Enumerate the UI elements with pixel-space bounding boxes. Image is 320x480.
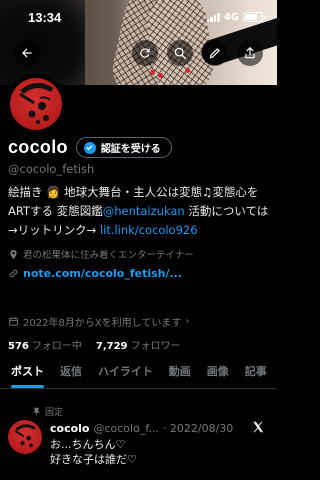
mention-link[interactable]: @hentaizukan xyxy=(103,204,185,218)
post-date[interactable]: · 2022/08/30 xyxy=(163,422,233,435)
verified-check-icon xyxy=(83,141,96,154)
back-button[interactable] xyxy=(14,40,40,66)
tab-videos[interactable]: 動画 xyxy=(169,363,191,379)
calendar-icon xyxy=(9,317,18,326)
category-text: 君の松果体に住み着くエンターテイナー xyxy=(23,250,194,261)
bio-text: 活動については xyxy=(184,204,269,218)
search-button[interactable] xyxy=(167,40,193,66)
status-bar: 13:34 4G xyxy=(0,0,277,34)
profile-name-row: cocolo 認証を受ける xyxy=(8,137,172,158)
profile-name: cocolo xyxy=(8,137,68,157)
pencil-icon xyxy=(209,48,220,59)
ladybug-logo-icon xyxy=(14,424,36,448)
banner-toenail xyxy=(150,70,155,75)
followers-count: 7,729 xyxy=(95,341,128,352)
pinned-indicator: 固定 xyxy=(32,405,63,418)
tab-highlights[interactable]: ハイライト xyxy=(98,363,153,379)
following-label: フォロー中 xyxy=(31,341,82,352)
profile-avatar[interactable] xyxy=(6,74,66,134)
profile-bio: 絵描き 👩 地球大舞台・主人公は変態♫変態心を ARTする 変態図鑑@henta… xyxy=(8,183,273,240)
litlink-link[interactable]: lit.link/cocolo926 xyxy=(100,223,198,237)
pin-icon xyxy=(32,407,41,416)
edit-button[interactable] xyxy=(202,40,228,66)
tabs-divider xyxy=(0,388,277,389)
x-logo-icon xyxy=(251,420,265,437)
bio-text: →リットリンク→ xyxy=(8,223,100,237)
following-link[interactable]: 576 フォロー中 xyxy=(8,337,82,352)
post-text-line: お...ちんちん♡ xyxy=(50,438,126,451)
battery-icon xyxy=(243,12,265,22)
share-icon xyxy=(245,47,255,59)
post-header: cocolo @cocolo_f... · 2022/08/30 xyxy=(50,420,275,437)
link-icon xyxy=(9,269,18,278)
back-arrow-icon xyxy=(22,48,32,58)
bio-line: 絵描き 👩 地球大舞台・主人公は変態♫変態心を xyxy=(8,185,259,199)
refresh-icon xyxy=(140,48,150,58)
tab-media[interactable]: 画像 xyxy=(207,363,229,379)
website-row: note.com/cocolo_fetish/... xyxy=(8,267,182,280)
tab-replies[interactable]: 返信 xyxy=(60,363,82,379)
status-time: 13:34 xyxy=(28,9,62,25)
location-pin-icon xyxy=(10,249,17,259)
follow-stats: 576 フォロー中 7,729 フォロワー xyxy=(8,337,181,352)
bio-line: →リットリンク→ lit.link/cocolo926 xyxy=(8,221,273,240)
post-author-name[interactable]: cocolo xyxy=(50,422,89,435)
joined-text: 2022年8月からXを利用しています xyxy=(23,318,182,329)
share-button[interactable] xyxy=(237,40,263,66)
get-verified-button[interactable]: 認証を受ける xyxy=(75,137,172,158)
professional-category: 君の松果体に住み着くエンターテイナー xyxy=(8,247,194,261)
chevron-right-icon: › xyxy=(185,316,190,327)
network-type: 4G xyxy=(223,11,239,23)
bio-line: ARTする 変態図鑑@hentaizukan 活動については xyxy=(8,202,273,221)
profile-handle: @cocolo_fetish xyxy=(8,162,95,176)
bio-text: ARTする 変態図鑑 xyxy=(8,204,103,218)
search-icon xyxy=(174,47,186,59)
post-text-line: 好きな子は誰だ♡ xyxy=(50,453,137,466)
profile-tabs: ポスト 返信 ハイライト 動画 画像 記事 xyxy=(0,363,277,389)
ladybug-logo-icon xyxy=(19,83,54,124)
post-avatar[interactable] xyxy=(8,420,42,454)
following-count: 576 xyxy=(8,341,29,352)
website-link[interactable]: note.com/cocolo_fetish/... xyxy=(23,267,182,280)
status-indicators: 4G xyxy=(206,11,265,23)
followers-link[interactable]: 7,729 フォロワー xyxy=(96,337,181,352)
tab-articles[interactable]: 記事 xyxy=(245,363,267,379)
post-author-handle: @cocolo_f... xyxy=(93,422,159,435)
tab-posts[interactable]: ポスト xyxy=(11,363,44,388)
signal-icon xyxy=(206,12,220,22)
banner-toenail xyxy=(185,68,190,73)
followers-label: フォロワー xyxy=(130,341,181,352)
refresh-button[interactable] xyxy=(132,40,158,66)
banner-toenail xyxy=(158,73,163,78)
get-verified-label: 認証を受ける xyxy=(100,144,161,155)
post-body: お...ちんちん♡ 好きな子は誰だ♡ xyxy=(50,437,137,467)
pinned-label: 固定 xyxy=(45,408,64,418)
joined-row[interactable]: 2022年8月からXを利用しています › xyxy=(8,314,189,329)
